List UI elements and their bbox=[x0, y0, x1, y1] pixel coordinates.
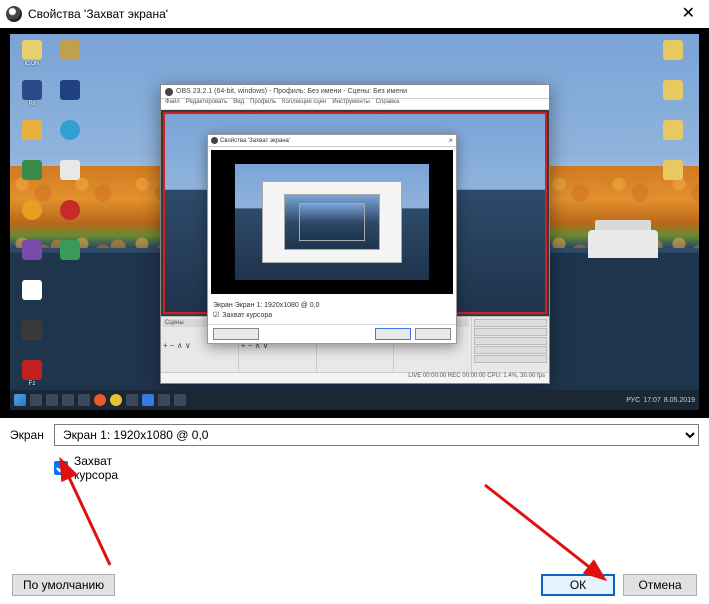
taskbar-icon bbox=[78, 394, 90, 406]
start-button-icon bbox=[14, 394, 26, 406]
cursor-row: Захват курсора bbox=[54, 454, 699, 482]
window-title: Свойства 'Захват экрана' bbox=[28, 7, 674, 21]
inner-obs-preview: Свойства 'Захват экрана' × Экран Экран 1… bbox=[165, 114, 545, 312]
screen-row: Экран Экран 1: 1920x1080 @ 0,0 bbox=[10, 424, 699, 446]
desktop-icon: ICON bbox=[16, 40, 48, 76]
desktop-icon bbox=[54, 120, 86, 156]
screen-preview: ICON Ps Fz OBS 23.2.1 (64-bit, windows) … bbox=[10, 34, 699, 410]
menu-item: Коллекция сцен bbox=[282, 99, 326, 109]
taskbar-icon bbox=[110, 394, 122, 406]
inner-dlg-preview bbox=[211, 150, 453, 294]
desktop-icon: Ps bbox=[16, 80, 48, 116]
obs-app-icon bbox=[165, 88, 173, 96]
default-button[interactable]: По умолчанию bbox=[12, 574, 115, 596]
obs-app-icon bbox=[211, 137, 218, 144]
dialog-footer: По умолчанию ОК Отмена bbox=[0, 574, 709, 596]
desktop-icon bbox=[657, 80, 689, 116]
panel-buttons bbox=[472, 317, 549, 372]
close-icon: × bbox=[448, 136, 453, 145]
desktop-icon bbox=[16, 280, 48, 316]
inner-dlg-cursor-row: ☑Захват курсора bbox=[213, 311, 451, 319]
cancel-button[interactable]: Отмена bbox=[623, 574, 697, 596]
inner-obs-titlebar: OBS 23.2.1 (64-bit, windows) - Профиль: … bbox=[161, 85, 549, 99]
windows-taskbar: РУС17:078.05.2019 bbox=[10, 390, 699, 410]
inner-properties-dialog: Свойства 'Захват экрана' × Экран Экран 1… bbox=[207, 134, 457, 344]
taskbar-icon bbox=[30, 394, 42, 406]
preview-area: ICON Ps Fz OBS 23.2.1 (64-bit, windows) … bbox=[0, 28, 709, 418]
desktop-icon bbox=[16, 160, 48, 196]
ok-button[interactable]: ОК bbox=[541, 574, 615, 596]
capture-cursor-checkbox[interactable] bbox=[54, 461, 68, 475]
menu-item: Файл bbox=[165, 99, 180, 109]
desktop-icon bbox=[16, 240, 48, 276]
menu-item: Редактировать bbox=[186, 99, 227, 109]
inner-obs-menubar: Файл Редактировать Вид Профиль Коллекция… bbox=[161, 99, 549, 110]
inner-cancel-button bbox=[415, 328, 451, 340]
desktop-icon bbox=[16, 320, 48, 356]
inner-default-button bbox=[213, 328, 259, 340]
menu-item: Профиль bbox=[250, 99, 276, 109]
menu-item: Инструменты bbox=[332, 99, 369, 109]
menu-item: Справка bbox=[376, 99, 400, 109]
taskbar-icon bbox=[62, 394, 74, 406]
scenery-boat bbox=[588, 230, 658, 258]
desktop-icon bbox=[54, 160, 86, 196]
taskbar-icon bbox=[94, 394, 106, 406]
screen-select[interactable]: Экран 1: 1920x1080 @ 0,0 bbox=[54, 424, 699, 446]
inner-ok-button bbox=[375, 328, 411, 340]
taskbar-icon bbox=[174, 394, 186, 406]
taskbar-icon bbox=[126, 394, 138, 406]
taskbar-icon bbox=[158, 394, 170, 406]
desktop-icon bbox=[54, 80, 86, 116]
inner-obs-body: Свойства 'Захват экрана' × Экран Экран 1… bbox=[161, 110, 549, 316]
desktop-icon bbox=[16, 120, 48, 156]
inner-obs-status: LIVE 00:00:00 REC 00:00:00 CPU: 1.4%, 30… bbox=[161, 372, 549, 383]
close-icon[interactable]: ✕ bbox=[674, 4, 703, 24]
desktop-icon bbox=[657, 160, 689, 196]
obs-app-icon bbox=[6, 6, 22, 22]
screen-label: Экран bbox=[10, 428, 48, 442]
capture-cursor-label: Захват курсора bbox=[74, 454, 112, 482]
desktop-icon bbox=[16, 200, 48, 236]
inner-dlg-screen-row: Экран Экран 1: 1920x1080 @ 0,0 bbox=[213, 302, 451, 309]
desktop-icon bbox=[657, 120, 689, 156]
titlebar: Свойства 'Захват экрана' ✕ bbox=[0, 0, 709, 28]
desktop-icon bbox=[657, 40, 689, 76]
desktop-icon bbox=[54, 240, 86, 276]
desktop-icon bbox=[54, 200, 86, 236]
taskbar-icon bbox=[46, 394, 58, 406]
desktop-icon bbox=[54, 40, 86, 76]
system-tray: РУС17:078.05.2019 bbox=[626, 397, 695, 404]
taskbar-icon bbox=[142, 394, 154, 406]
inner-obs-window: OBS 23.2.1 (64-bit, windows) - Профиль: … bbox=[160, 84, 550, 384]
menu-item: Вид bbox=[233, 99, 244, 109]
properties-form: Экран Экран 1: 1920x1080 @ 0,0 Захват ку… bbox=[0, 418, 709, 492]
inner-obs-title: OBS 23.2.1 (64-bit, windows) - Профиль: … bbox=[176, 88, 407, 95]
inner-dlg-title: Свойства 'Захват экрана' bbox=[220, 138, 290, 144]
